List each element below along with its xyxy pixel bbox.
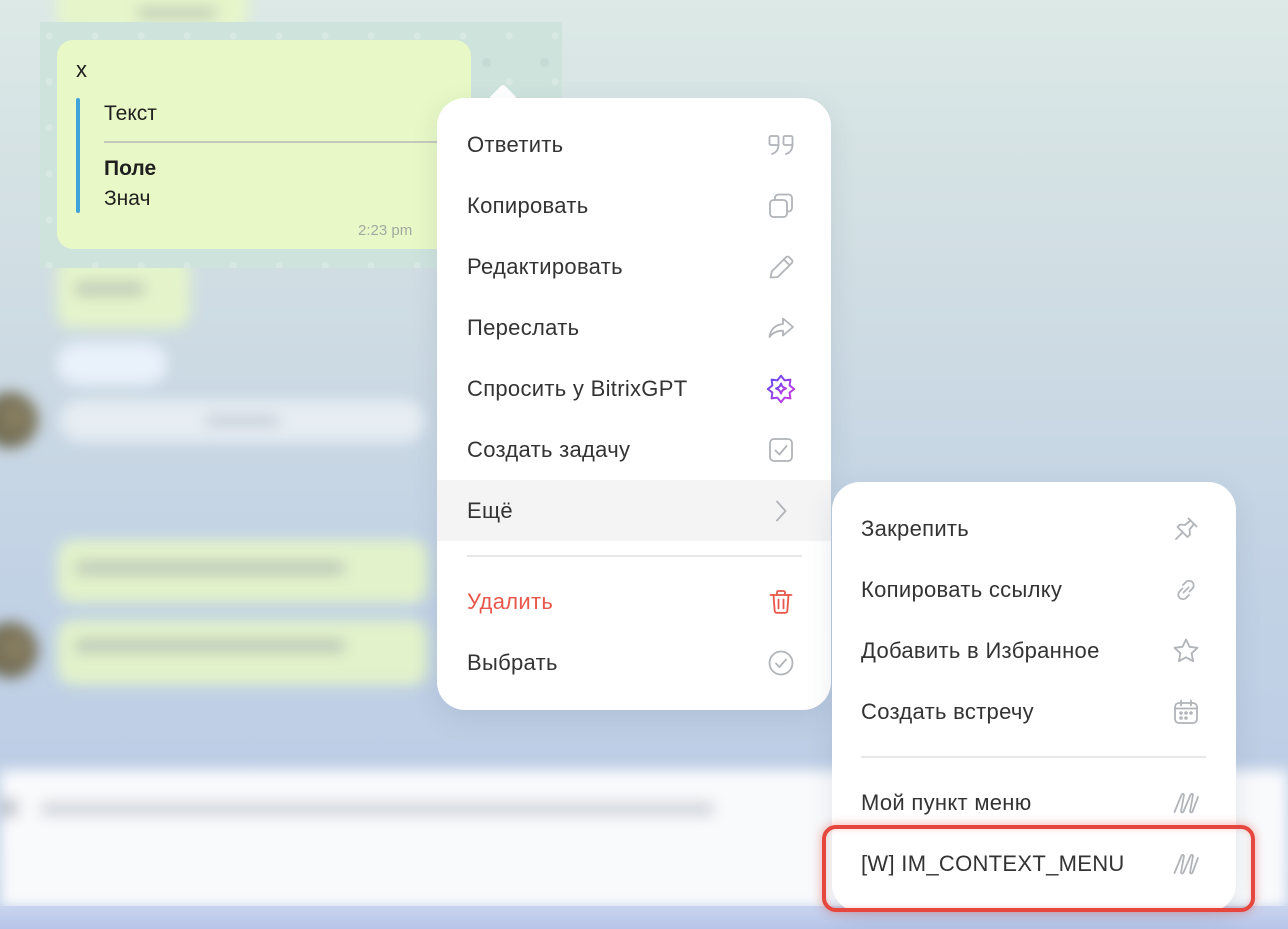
selected-message-bubble: x Текст Поле Знач 2:23 pm xyxy=(57,40,471,249)
attachment-quote-bar xyxy=(76,98,80,213)
submenu-item-im-context-menu[interactable]: [W] IM_CONTEXT_MENU xyxy=(832,833,1236,894)
menu-item-edit[interactable]: Редактировать xyxy=(437,236,831,297)
menu-item-reply[interactable]: Ответить xyxy=(437,114,831,175)
menu-divider xyxy=(437,541,831,571)
menu-item-more[interactable]: Ещё xyxy=(437,480,831,541)
circle-check-icon xyxy=(765,647,797,679)
menu-item-label: Копировать ссылку xyxy=(861,576,1063,602)
menu-item-label: Удалить xyxy=(467,588,554,614)
custom-app-icon xyxy=(1170,787,1202,819)
menu-item-delete[interactable]: Удалить xyxy=(437,571,831,632)
copy-icon xyxy=(765,190,797,222)
more-submenu: Закрепить Копировать ссылку Добавить в И… xyxy=(832,482,1236,912)
attachment-field-name: Поле xyxy=(104,157,157,180)
menu-item-label: Создать задачу xyxy=(467,436,631,462)
message-text: x xyxy=(76,57,87,82)
menu-item-select[interactable]: Выбрать xyxy=(437,632,831,693)
menu-item-label: Создать встречу xyxy=(861,698,1034,724)
attachment-field-value: Знач xyxy=(104,187,151,210)
task-checkbox-icon xyxy=(765,434,797,466)
trash-icon xyxy=(765,586,797,618)
menu-divider xyxy=(832,742,1236,772)
menu-item-label: Выбрать xyxy=(467,649,558,675)
submenu-item-create-meeting[interactable]: Создать встречу xyxy=(832,681,1236,742)
menu-item-label: Добавить в Избранное xyxy=(861,637,1100,663)
message-time: 2:23 pm xyxy=(358,222,413,239)
quote-icon xyxy=(765,129,797,161)
submenu-item-my-menu-item[interactable]: Мой пункт меню xyxy=(832,772,1236,833)
submenu-item-copy-link[interactable]: Копировать ссылку xyxy=(832,559,1236,620)
menu-item-forward[interactable]: Переслать xyxy=(437,297,831,358)
custom-app-icon xyxy=(1170,848,1202,880)
submenu-item-add-favorites[interactable]: Добавить в Избранное xyxy=(832,620,1236,681)
menu-item-label: Закрепить xyxy=(861,515,970,541)
attachment-divider xyxy=(104,141,445,143)
link-icon xyxy=(1170,574,1202,606)
attachment-title: Текст xyxy=(104,102,157,125)
menu-item-label: Копировать xyxy=(467,192,589,218)
menu-item-label: Редактировать xyxy=(467,253,623,279)
pencil-icon xyxy=(765,251,797,283)
menu-item-label: [W] IM_CONTEXT_MENU xyxy=(861,850,1125,876)
menu-item-copy[interactable]: Копировать xyxy=(437,175,831,236)
message-context-menu: Ответить Копировать Редактировать Пересл… xyxy=(437,98,831,710)
menu-item-create-task[interactable]: Создать задачу xyxy=(437,419,831,480)
menu-item-label: Переслать xyxy=(467,314,580,340)
bitrixgpt-icon xyxy=(765,373,797,405)
forward-icon xyxy=(765,312,797,344)
menu-item-label: Ответить xyxy=(467,131,564,157)
menu-item-label: Ещё xyxy=(467,497,513,523)
calendar-icon xyxy=(1170,696,1202,728)
menu-item-label: Мой пункт меню xyxy=(861,789,1032,815)
star-icon xyxy=(1170,635,1202,667)
pin-icon xyxy=(1170,513,1202,545)
menu-item-ask-bitrixgpt[interactable]: Спросить у BitrixGPT xyxy=(437,358,831,419)
submenu-item-pin[interactable]: Закрепить xyxy=(832,498,1236,559)
chevron-right-icon xyxy=(765,495,797,527)
menu-item-label: Спросить у BitrixGPT xyxy=(467,375,688,401)
